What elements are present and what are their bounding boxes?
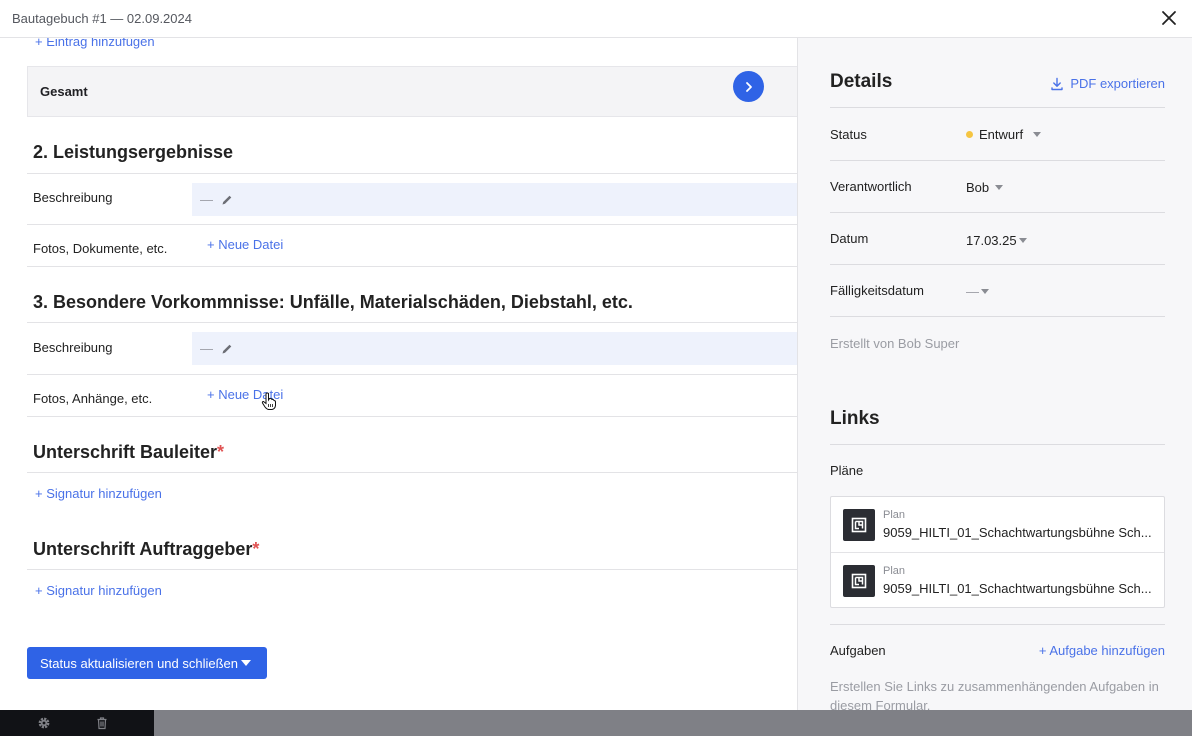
plan-list-item[interactable]: Plan 9059_HILTI_01_Schachtwartungsbühne … xyxy=(831,553,1164,609)
responsible-select[interactable]: Bob xyxy=(966,180,1004,195)
caret-down-icon xyxy=(995,185,1004,190)
caret-down-icon xyxy=(981,289,989,294)
total-row: Gesamt xyxy=(27,66,797,117)
signature-client-title: Unterschrift Auftraggeber* xyxy=(33,539,259,560)
plan-name: 9059_HILTI_01_Schachtwartungsbühne Sch..… xyxy=(883,525,1152,540)
date-select[interactable]: 17.03.25 xyxy=(966,233,1027,248)
description-value: — xyxy=(200,192,213,207)
status-dot-icon xyxy=(966,131,973,138)
divider xyxy=(27,374,797,375)
caret-down-icon xyxy=(1018,238,1027,243)
bottom-toolbar xyxy=(0,710,154,736)
due-date-value: — xyxy=(966,284,979,299)
responsible-label: Verantwortlich xyxy=(830,179,912,194)
divider xyxy=(830,264,1165,265)
chevron-right-icon xyxy=(745,81,752,92)
section-2-new-file-link[interactable]: + Neue Datei xyxy=(207,237,283,252)
details-panel: Details PDF exportieren Status Entwurf V… xyxy=(797,38,1192,710)
divider xyxy=(830,212,1165,213)
divider xyxy=(830,160,1165,161)
plan-kind: Plan xyxy=(883,509,906,521)
signature-site-manager-label: Unterschrift Bauleiter xyxy=(33,442,218,462)
add-task-link[interactable]: + Aufgabe hinzufügen xyxy=(1039,643,1165,658)
required-mark: * xyxy=(217,442,225,462)
add-signature-site-manager-link[interactable]: + Signatur hinzufügen xyxy=(35,486,162,501)
divider xyxy=(27,322,797,323)
plan-list-item[interactable]: Plan 9059_HILTI_01_Schachtwartungsbühne … xyxy=(831,497,1164,553)
section-2-description-label: Beschreibung xyxy=(33,190,113,205)
hand-cursor-icon xyxy=(261,392,276,410)
pencil-icon[interactable] xyxy=(221,194,233,206)
total-open-button[interactable] xyxy=(733,71,764,102)
bottom-bar xyxy=(0,710,1192,736)
tasks-label: Aufgaben xyxy=(830,643,886,658)
plan-icon xyxy=(843,509,875,541)
status-select[interactable]: Entwurf xyxy=(966,127,1042,142)
plans-list: Plan 9059_HILTI_01_Schachtwartungsbühne … xyxy=(830,496,1165,608)
due-date-label: Fälligkeitsdatum xyxy=(830,283,924,298)
pdf-export-label: PDF exportieren xyxy=(1070,76,1165,91)
divider xyxy=(27,416,797,417)
add-entry-link[interactable]: + Eintrag hinzufügen xyxy=(35,38,155,49)
add-signature-client-link[interactable]: + Signatur hinzufügen xyxy=(35,583,162,598)
section-3-title: 3. Besondere Vorkommnisse: Unfälle, Mate… xyxy=(33,292,633,312)
details-title: Details xyxy=(830,71,893,92)
links-title: Links xyxy=(830,408,880,429)
section-3-description-label: Beschreibung xyxy=(33,340,113,355)
status-value: Entwurf xyxy=(979,127,1024,142)
signature-client-label: Unterschrift Auftraggeber xyxy=(33,539,253,559)
section-2-files-label: Fotos, Dokumente, etc. xyxy=(33,241,168,256)
caret-down-icon xyxy=(1033,132,1042,137)
date-label: Datum xyxy=(830,231,869,246)
pencil-icon[interactable] xyxy=(221,343,233,355)
section-3-description-field[interactable]: — xyxy=(192,332,797,365)
divider xyxy=(27,224,797,225)
due-date-select[interactable]: — xyxy=(966,284,989,299)
section-2-title: 2. Leistungsergebnisse xyxy=(33,142,234,162)
plan-name: 9059_HILTI_01_Schachtwartungsbühne Sch..… xyxy=(883,581,1152,596)
tasks-hint-text: Erstellen Sie Links zu zusammenhängenden… xyxy=(830,679,1159,710)
caret-down-icon[interactable] xyxy=(241,660,251,666)
divider xyxy=(830,316,1165,317)
divider xyxy=(27,472,797,473)
update-status-and-close-button[interactable]: Status aktualisieren und schließen xyxy=(27,647,267,679)
section-2-description-field[interactable]: — xyxy=(192,183,797,216)
divider xyxy=(27,266,797,267)
required-mark: * xyxy=(252,539,260,559)
plan-kind: Plan xyxy=(883,565,906,577)
window-titlebar: Bautagebuch #1 — 02.09.2024 xyxy=(0,0,1192,38)
created-by-text: Erstellt von Bob Super xyxy=(830,336,960,351)
status-label: Status xyxy=(830,127,867,142)
pdf-export-link[interactable]: PDF exportieren xyxy=(1050,76,1165,91)
signature-site-manager-title: Unterschrift Bauleiter* xyxy=(33,442,224,463)
window-title: Bautagebuch #1 — 02.09.2024 xyxy=(12,11,192,26)
responsible-value: Bob xyxy=(966,180,990,195)
divider xyxy=(27,569,797,570)
description-value: — xyxy=(200,341,213,356)
plan-icon xyxy=(843,565,875,597)
total-label: Gesamt xyxy=(40,84,88,99)
section-3-files-label: Fotos, Anhänge, etc. xyxy=(33,391,153,406)
divider xyxy=(27,173,797,174)
trash-icon[interactable] xyxy=(95,716,109,730)
divider xyxy=(830,444,1165,445)
date-value: 17.03.25 xyxy=(966,233,1017,248)
update-status-button-label: Status aktualisieren und schließen xyxy=(40,655,239,671)
download-icon xyxy=(1051,77,1064,90)
gear-icon[interactable] xyxy=(37,716,51,730)
form-panel[interactable]: + Eintrag hinzufügen Gesamt 2. Leistungs… xyxy=(0,38,797,710)
divider xyxy=(830,107,1165,108)
divider xyxy=(830,624,1165,625)
plans-label: Pläne xyxy=(830,463,864,478)
close-icon[interactable] xyxy=(1160,9,1178,27)
